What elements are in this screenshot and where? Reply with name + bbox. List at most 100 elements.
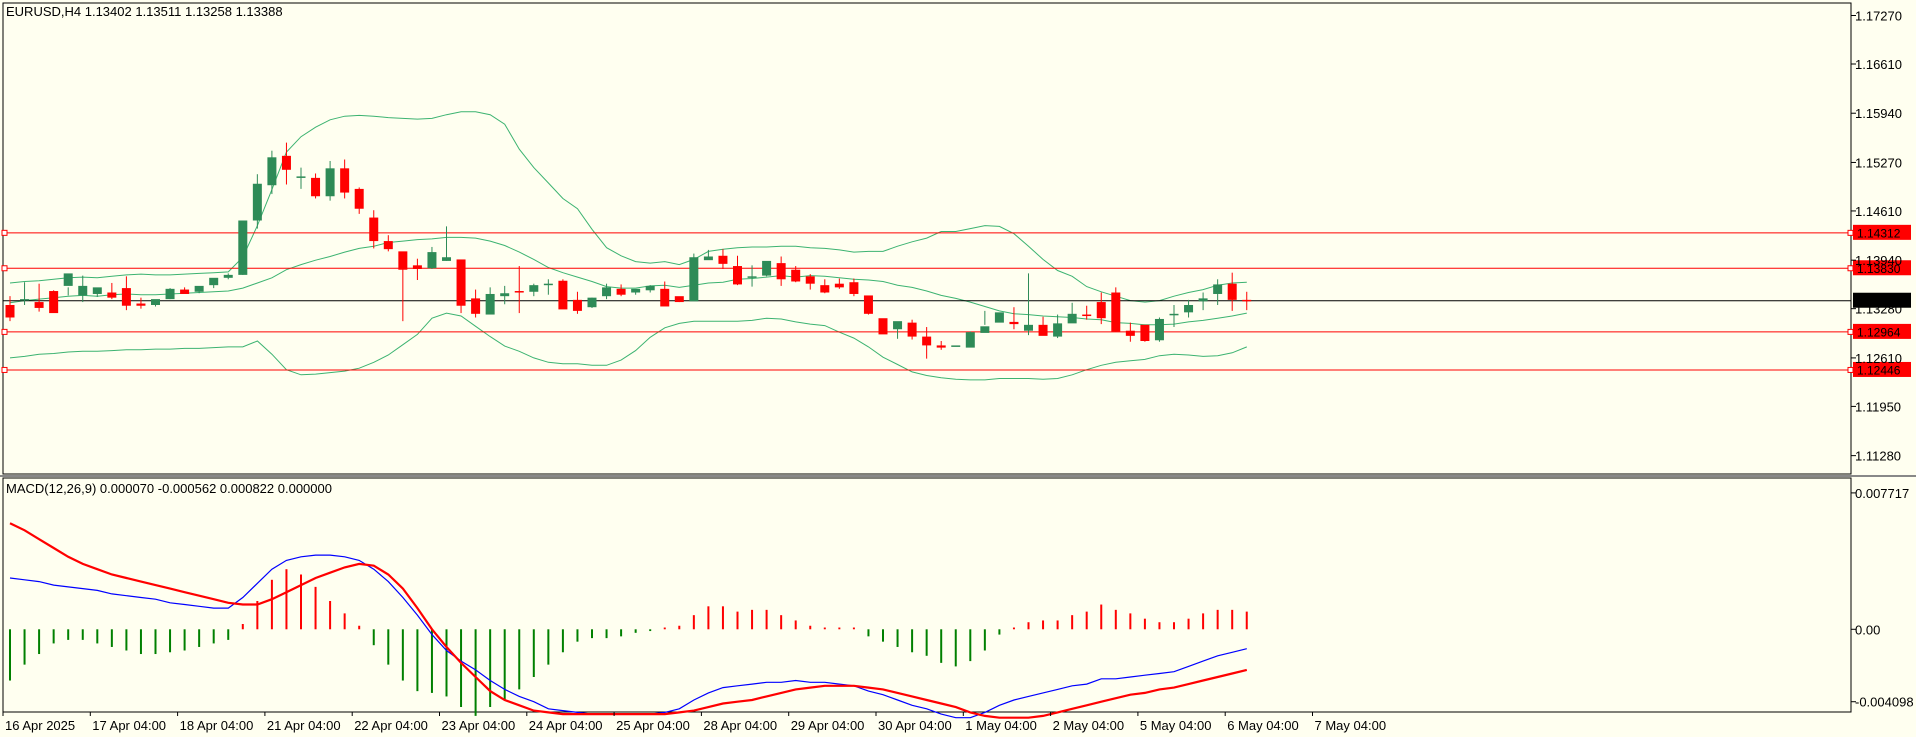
candle-body (1067, 313, 1077, 324)
candle-body (398, 251, 408, 270)
time-tick-label: 16 Apr 2025 (5, 718, 75, 733)
candle-body (602, 287, 612, 297)
candle-body (1227, 283, 1237, 300)
candle-body (63, 273, 73, 286)
candle-body (1169, 313, 1179, 316)
candle-body (267, 157, 277, 186)
candle-body (223, 274, 233, 278)
price-level-tag-text: 1.12964 (1857, 325, 1901, 339)
main-chart-header: EURUSD,H4 1.13402 1.13511 1.13258 1.1338… (6, 4, 283, 19)
price-tick-label: 1.13940 (1855, 253, 1902, 268)
candle-body (383, 241, 393, 250)
candle-body (747, 276, 757, 278)
candle-body (1024, 324, 1033, 331)
time-tick-label: 24 Apr 04:00 (529, 718, 603, 733)
candle-body (733, 266, 742, 285)
candle-body (980, 326, 990, 333)
candle-body (762, 260, 772, 276)
level-anchor-left (1, 328, 8, 335)
candle-body (820, 285, 830, 293)
time-tick-label: 22 Apr 04:00 (354, 718, 428, 733)
candle-body (703, 256, 713, 261)
time-tick-label: 29 Apr 04:00 (791, 718, 865, 733)
chart-svg: 1.143121.138301.129641.124461.13388 1.17… (0, 0, 1916, 737)
candle-body (194, 285, 204, 292)
candle-body (631, 288, 641, 293)
macd-tick-label: 0.007717 (1855, 486, 1909, 501)
candle-body (485, 293, 495, 315)
candle-body (1140, 324, 1150, 342)
candle-body (1242, 299, 1252, 302)
candle-body (238, 220, 248, 275)
level-anchor-right (1847, 229, 1854, 236)
candle-body (936, 345, 946, 348)
candle-body (660, 288, 670, 307)
candle-body (1198, 298, 1208, 302)
candle-body (92, 287, 102, 294)
candle-body (965, 332, 975, 348)
macd-tick-label: 0.00 (1855, 622, 1880, 637)
time-tick-label: 2 May 04:00 (1053, 718, 1125, 733)
candle-body (252, 183, 262, 221)
candle-body (1009, 321, 1019, 325)
candle-body (791, 269, 801, 282)
candle-body (849, 282, 859, 294)
candle-body (1038, 324, 1048, 336)
price-level-tag-text: 1.14312 (1857, 226, 1901, 240)
candle-body (1213, 284, 1223, 294)
candle-body (281, 155, 291, 170)
candle-body (1096, 302, 1106, 319)
candle-body (834, 283, 844, 288)
time-tick-label: 18 Apr 04:00 (180, 718, 254, 733)
candle-body (1111, 292, 1121, 332)
candle-body (412, 265, 422, 269)
candle-body (5, 304, 15, 318)
candle-body (616, 288, 626, 295)
candle-body (572, 299, 582, 311)
time-tick-label: 30 Apr 04:00 (878, 718, 952, 733)
candle-body (689, 257, 699, 302)
candle-body (1125, 330, 1135, 336)
candle-body (1154, 318, 1164, 341)
time-tick-label: 23 Apr 04:00 (442, 718, 516, 733)
candle-body (718, 255, 728, 264)
price-tick-label: 1.13280 (1855, 302, 1902, 317)
level-anchor-right (1847, 366, 1854, 373)
time-tick-label: 7 May 04:00 (1315, 718, 1387, 733)
candle-body (20, 299, 30, 301)
candle-body (529, 285, 539, 292)
time-tick-label: 25 Apr 04:00 (616, 718, 690, 733)
candle-body (893, 321, 903, 330)
candle-body (209, 277, 219, 286)
candle-body (354, 188, 364, 209)
candle-body (107, 292, 117, 298)
candle-body (1082, 314, 1092, 317)
price-tick-label: 1.11950 (1855, 399, 1901, 414)
candle-body (456, 259, 466, 306)
level-anchor-left (1, 265, 8, 272)
time-tick-label: 17 Apr 04:00 (92, 718, 166, 733)
price-tick-label: 1.12610 (1855, 351, 1902, 366)
candle-body (369, 217, 379, 242)
candle-body (907, 322, 917, 337)
level-anchor-left (1, 229, 8, 236)
candle-body (180, 289, 190, 294)
time-tick-label: 1 May 04:00 (965, 718, 1037, 733)
candle-body (442, 257, 451, 261)
candle-body (558, 280, 568, 310)
candle-body (674, 296, 684, 303)
candle-body (340, 168, 350, 193)
candle-body (500, 293, 510, 297)
candle-body (165, 288, 175, 300)
time-tick-label: 28 Apr 04:00 (703, 718, 777, 733)
candle-body (514, 291, 524, 293)
candle-body (427, 252, 437, 269)
level-anchor-right (1847, 328, 1854, 335)
candle-body (645, 285, 655, 291)
level-anchor-left (1, 366, 8, 373)
price-tick-label: 1.15940 (1855, 106, 1902, 121)
candle-body (543, 283, 553, 286)
macd-header: MACD(12,26,9) 0.000070 -0.000562 0.00082… (6, 481, 332, 496)
time-tick-label: 6 May 04:00 (1227, 718, 1299, 733)
candle-body (121, 288, 131, 306)
